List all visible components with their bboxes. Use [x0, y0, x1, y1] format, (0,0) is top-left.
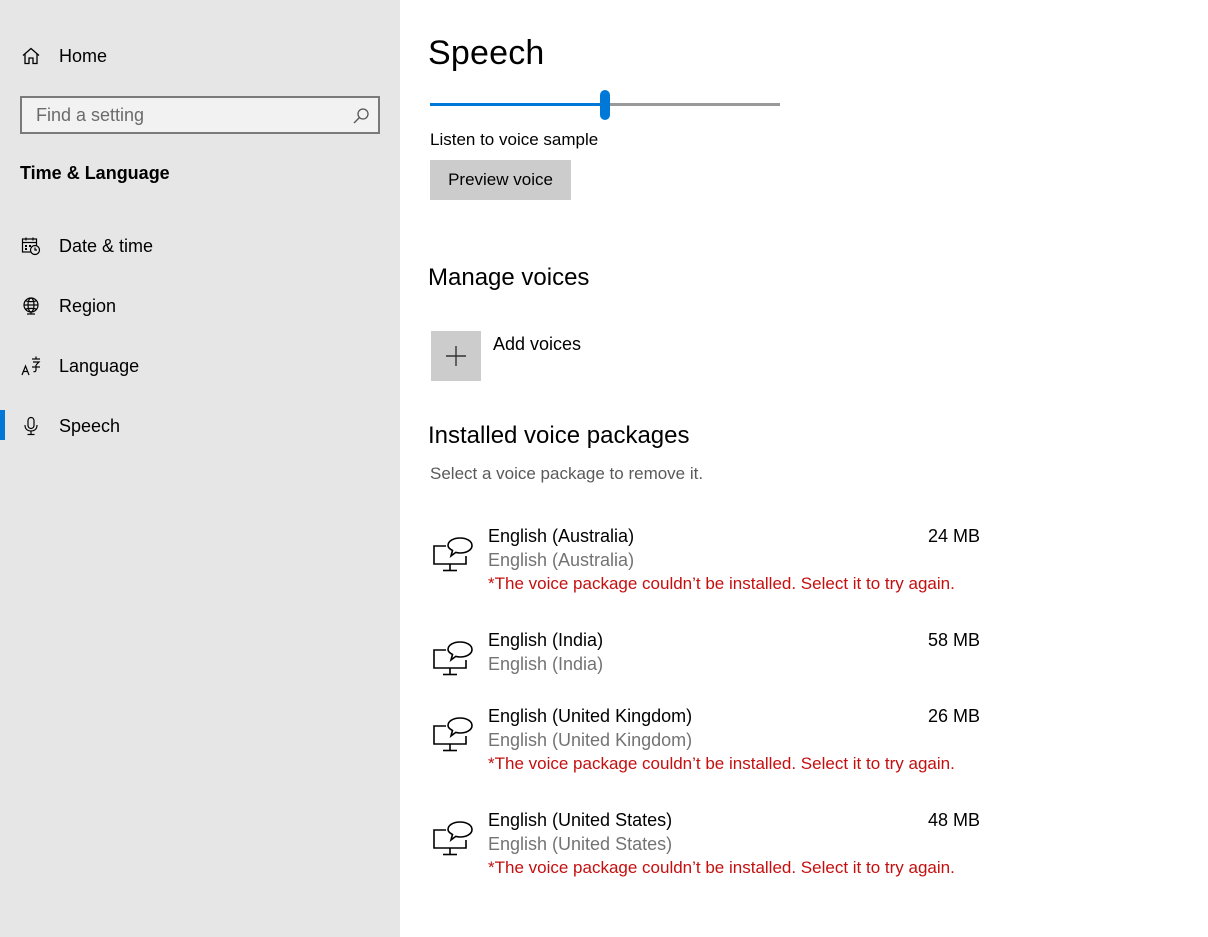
microphone-icon — [20, 415, 42, 437]
voice-speed-slider[interactable] — [430, 90, 780, 120]
voice-package-name: English (Australia) — [488, 526, 635, 546]
voice-package-size: 48 MB — [928, 810, 981, 830]
add-voices-button[interactable]: Add voices — [431, 331, 731, 381]
page-title: Speech — [428, 34, 545, 72]
sidebar-item-label: Home — [59, 46, 108, 66]
plus-icon — [431, 331, 481, 381]
voice-package-language: English (India) — [488, 654, 604, 674]
language-icon — [20, 355, 42, 377]
voice-package-language: English (United Kingdom) — [488, 730, 693, 750]
voice-package-name: English (United States) — [488, 810, 673, 830]
sidebar-item-home[interactable]: Home — [0, 36, 400, 76]
sidebar-item-date-time[interactable]: Date & time — [0, 226, 400, 266]
installed-packages-heading: Installed voice packages — [428, 422, 690, 449]
sidebar-item-label: Speech — [59, 416, 121, 436]
voice-package-error: *The voice package couldn’t be installed… — [488, 574, 955, 593]
home-icon — [20, 45, 42, 67]
sidebar-item-label: Language — [59, 356, 140, 376]
section-title: Time & Language — [20, 163, 170, 183]
slider-thumb[interactable] — [600, 90, 610, 120]
voice-package-icon — [432, 716, 474, 756]
voice-package-size: 26 MB — [928, 706, 981, 726]
voice-package-language: English (United States) — [488, 834, 673, 854]
voice-package-error: *The voice package couldn’t be installed… — [488, 858, 955, 877]
search-box — [20, 96, 380, 134]
voice-package-icon — [432, 820, 474, 860]
calendar-clock-icon — [20, 235, 42, 257]
sidebar-item-label: Region — [59, 296, 117, 316]
slider-track-filled — [430, 103, 600, 106]
preview-voice-button[interactable]: Preview voice — [430, 160, 571, 200]
voice-package-icon — [432, 640, 474, 680]
search-input[interactable] — [22, 98, 342, 132]
voice-package-item[interactable]: English (Australia) English (Australia) … — [430, 526, 990, 602]
voice-package-item[interactable]: English (India) English (India) 58 MB — [430, 630, 990, 682]
slider-track-empty — [610, 103, 780, 106]
installed-packages-hint: Select a voice package to remove it. — [430, 464, 704, 483]
sidebar-item-label: Date & time — [59, 236, 154, 256]
voice-package-language: English (Australia) — [488, 550, 635, 570]
sidebar-item-region[interactable]: Region — [0, 286, 400, 326]
main-content: Speech Listen to voice sample Preview vo… — [400, 0, 1208, 937]
voice-package-icon — [432, 536, 474, 576]
manage-voices-heading: Manage voices — [428, 264, 590, 291]
listen-label: Listen to voice sample — [430, 130, 599, 149]
sidebar-item-speech[interactable]: Speech — [0, 406, 400, 446]
globe-icon — [20, 295, 42, 317]
voice-package-name: English (United Kingdom) — [488, 706, 693, 726]
search-icon[interactable] — [352, 107, 370, 125]
voice-package-size: 58 MB — [928, 630, 981, 650]
voice-package-item[interactable]: English (United Kingdom) English (United… — [430, 706, 990, 782]
active-indicator — [0, 410, 5, 440]
add-voices-label: Add voices — [493, 334, 582, 354]
sidebar-item-language[interactable]: Language — [0, 346, 400, 386]
voice-package-size: 24 MB — [928, 526, 981, 546]
voice-package-name: English (India) — [488, 630, 604, 650]
sidebar: Home Time & Language Date & — [0, 0, 400, 937]
voice-package-error: *The voice package couldn’t be installed… — [488, 754, 955, 773]
voice-package-item[interactable]: English (United States) English (United … — [430, 810, 990, 886]
